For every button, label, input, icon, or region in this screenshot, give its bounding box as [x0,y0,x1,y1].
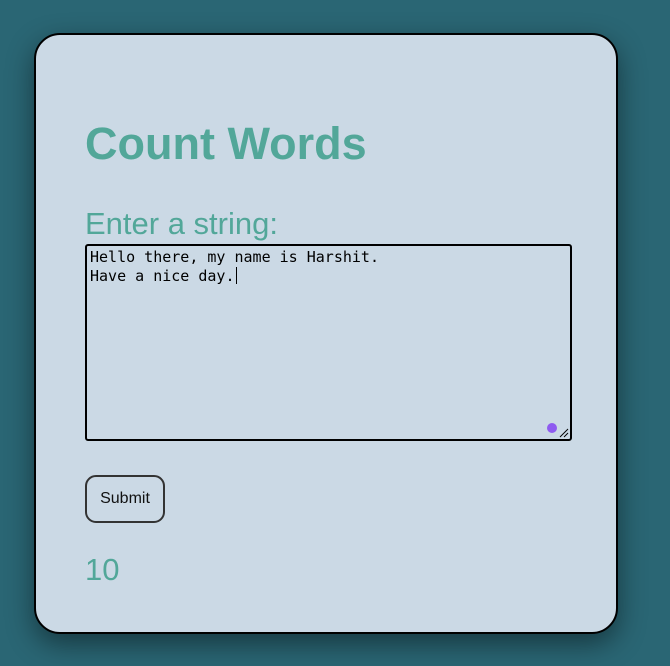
textarea-line-2: Have a nice day. [90,267,235,285]
input-label: Enter a string: [85,206,278,241]
string-textarea[interactable]: Hello there, my name is Harshit. Have a … [85,244,572,441]
page-title: Count Words [85,118,367,169]
word-count-card: Count Words Enter a string: Hello there,… [34,33,618,634]
grammarly-dot-icon[interactable] [547,423,557,433]
resize-grip-icon[interactable] [558,427,569,438]
textarea-line-1: Hello there, my name is Harshit. [90,248,379,266]
submit-button[interactable]: Submit [85,475,165,523]
text-caret [235,267,237,284]
word-count-result: 10 [85,552,120,587]
